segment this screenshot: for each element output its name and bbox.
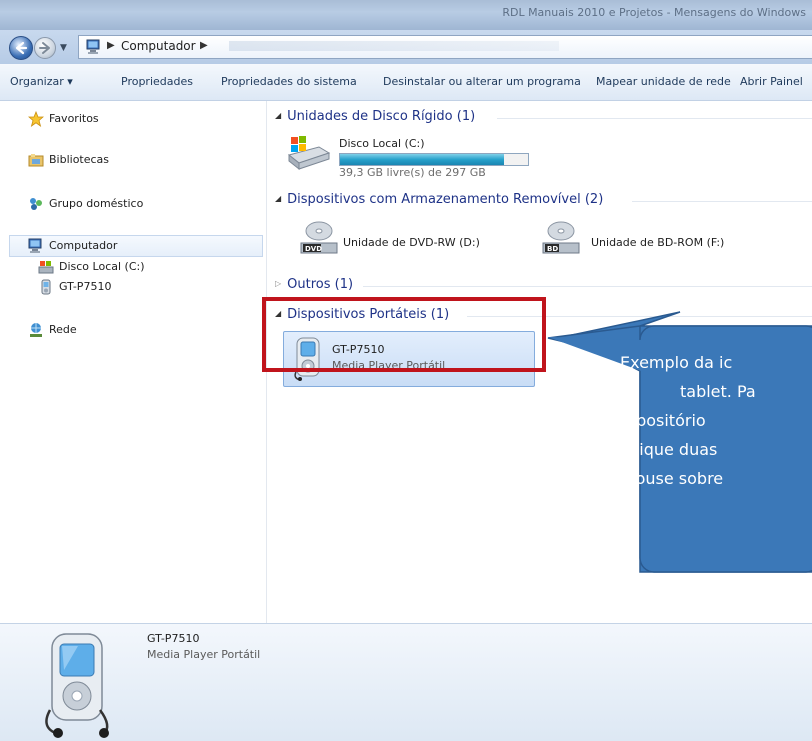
sidebar-item-label: Computador — [49, 239, 118, 252]
sidebar-item-label: Rede — [49, 323, 77, 336]
svg-text:BD: BD — [547, 245, 558, 253]
callout-text: Exemplo da ic tablet. Pa repositório cli… — [620, 348, 812, 493]
library-icon — [28, 154, 44, 167]
drive-free-space: 39,3 GB livre(s) de 297 GB — [339, 166, 486, 179]
computer-icon — [28, 238, 42, 253]
drive-name: Unidade de BD-ROM (F:) — [591, 236, 725, 249]
group-title: Outros (1) — [287, 277, 354, 292]
details-pane: GT-P7510 Media Player Portátil — [0, 623, 812, 741]
sidebar-item-label: GT-P7510 — [59, 280, 112, 293]
arrow-left-icon — [15, 41, 28, 55]
group-header-others[interactable]: ▷ Outros (1) — [275, 277, 353, 295]
address-blur — [229, 41, 559, 51]
expand-triangle-icon: ▷ — [275, 279, 282, 288]
uninstall-program-button[interactable]: Desinstalar ou alterar um programa — [383, 75, 581, 88]
callout-line: repositório — [620, 411, 706, 430]
callout-line: mouse sobre — [620, 469, 724, 488]
address-bar[interactable]: ▶ Computador ▶ — [78, 35, 812, 59]
star-icon — [28, 111, 44, 127]
back-button[interactable] — [9, 36, 33, 60]
homegroup-icon — [30, 198, 42, 210]
media-player-icon — [45, 633, 109, 738]
callout-line: Exemplo da ic — [620, 353, 733, 372]
open-control-panel-button[interactable]: Abrir Painel — [740, 75, 803, 88]
drive-name: Disco Local (C:) — [339, 137, 425, 150]
group-header-removable[interactable]: ◢ Dispositivos com Armazenamento Removíve… — [275, 192, 603, 210]
map-network-drive-button[interactable]: Mapear unidade de rede — [596, 75, 731, 88]
group-divider — [497, 118, 812, 119]
breadcrumb-arrow-icon[interactable]: ▶ — [200, 40, 208, 51]
hard-drive-icon — [38, 261, 54, 274]
computer-icon — [86, 39, 100, 54]
dvd-drive-icon: DVD — [300, 221, 338, 254]
drive-usage-bar — [339, 153, 529, 166]
address-row: ▼ ▶ Computador ▶ — [0, 30, 812, 65]
title-bar: RDL Manuais 2010 e Projetos - Mensagens … — [0, 0, 812, 30]
group-header-hdd[interactable]: ◢ Unidades de Disco Rígido (1) — [275, 109, 475, 127]
sidebar-item-label: Grupo doméstico — [49, 197, 144, 210]
collapse-triangle-icon: ◢ — [275, 194, 282, 203]
group-title: Dispositivos com Armazenamento Removível… — [287, 192, 604, 207]
callout-line: tablet. Pa — [680, 382, 756, 401]
sidebar-item-label: Favoritos — [49, 112, 99, 125]
organize-button[interactable]: Organizar ▾ — [10, 75, 73, 88]
sidebar-item-computer[interactable]: Computador — [9, 235, 263, 257]
details-device-type: Media Player Portátil — [147, 648, 261, 661]
highlight-annotation — [262, 297, 546, 372]
window-title: RDL Manuais 2010 e Projetos - Mensagens … — [502, 6, 806, 19]
breadcrumb-arrow-icon[interactable]: ▶ — [107, 40, 115, 51]
group-divider — [632, 201, 812, 202]
svg-text:DVD: DVD — [305, 245, 322, 253]
sidebar-item-label: Disco Local (C:) — [59, 260, 145, 273]
drive-name: Unidade de DVD-RW (D:) — [343, 236, 480, 249]
media-player-icon — [41, 279, 51, 295]
group-divider — [363, 286, 812, 287]
group-title: Unidades de Disco Rígido (1) — [287, 109, 476, 124]
network-icon — [30, 323, 42, 337]
properties-button[interactable]: Propriedades — [121, 75, 193, 88]
arrow-right-icon — [39, 42, 50, 54]
callout-line: clique duas — [626, 440, 718, 459]
windows-hard-drive-icon — [287, 136, 331, 171]
recent-pages-dropdown[interactable]: ▼ — [60, 43, 67, 53]
navigation-pane: Favoritos Bibliotecas Grupo doméstico Co… — [0, 101, 267, 623]
collapse-triangle-icon: ◢ — [275, 111, 282, 120]
drive-usage-fill — [340, 154, 504, 165]
bd-drive-icon: BD — [542, 221, 580, 254]
breadcrumb-computer[interactable]: Computador — [121, 39, 196, 53]
forward-button[interactable] — [34, 37, 56, 59]
command-bar: Organizar ▾ Propriedades Propriedades do… — [0, 64, 812, 101]
sidebar-item-label: Bibliotecas — [49, 153, 110, 166]
details-device-name: GT-P7510 — [147, 632, 200, 645]
system-properties-button[interactable]: Propriedades do sistema — [221, 75, 357, 88]
